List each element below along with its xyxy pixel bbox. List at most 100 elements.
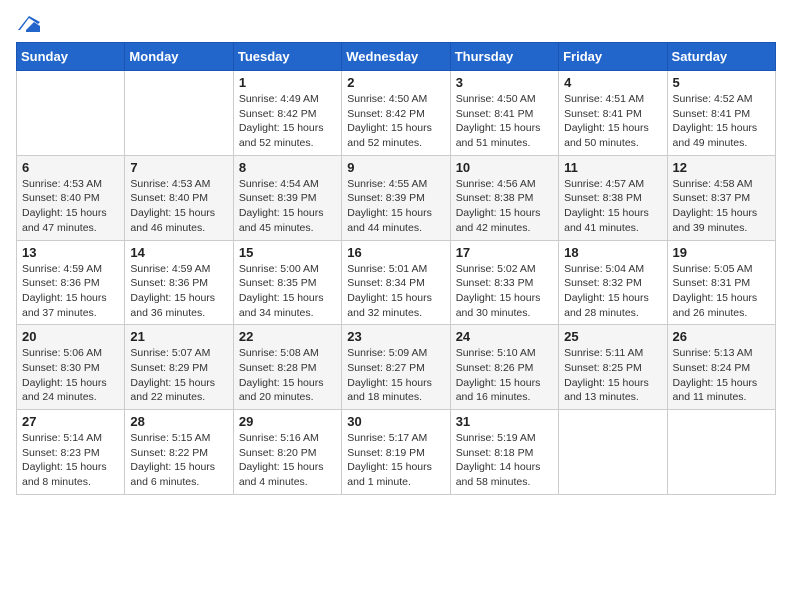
day-number: 21 bbox=[130, 329, 227, 344]
header-friday: Friday bbox=[559, 43, 667, 71]
day-info: Sunrise: 4:51 AM Sunset: 8:41 PM Dayligh… bbox=[564, 92, 661, 151]
calendar-cell: 12Sunrise: 4:58 AM Sunset: 8:37 PM Dayli… bbox=[667, 155, 775, 240]
calendar-cell: 2 Sunrise: 4:50 AM Sunset: 8:42 PM Daylig… bbox=[342, 71, 450, 156]
calendar-cell bbox=[559, 410, 667, 495]
day-number: 24 bbox=[456, 329, 553, 344]
day-info: Sunrise: 4:50 AM Sunset: 8:41 PM Dayligh… bbox=[456, 92, 553, 151]
day-number: 4 bbox=[564, 75, 661, 90]
day-info: Sunrise: 5:10 AM Sunset: 8:26 PM Dayligh… bbox=[456, 346, 553, 405]
calendar-cell bbox=[17, 71, 125, 156]
calendar-cell: 31Sunrise: 5:19 AM Sunset: 8:18 PM Dayli… bbox=[450, 410, 558, 495]
day-number: 19 bbox=[673, 245, 770, 260]
header-tuesday: Tuesday bbox=[233, 43, 341, 71]
calendar-cell: 26 Sunrise: 5:13 AM Sunset: 8:24 PM Dayli… bbox=[667, 325, 775, 410]
calendar-cell: 25 Sunrise: 5:11 AM Sunset: 8:25 PM Dayli… bbox=[559, 325, 667, 410]
calendar-cell: 4 Sunrise: 4:51 AM Sunset: 8:41 PM Daylig… bbox=[559, 71, 667, 156]
day-info: Sunrise: 4:53 AM Sunset: 8:40 PM Dayligh… bbox=[22, 177, 119, 236]
day-number: 25 bbox=[564, 329, 661, 344]
calendar-cell: 20 Sunrise: 5:06 AM Sunset: 8:30 PM Dayli… bbox=[17, 325, 125, 410]
day-info: Sunrise: 5:00 AM Sunset: 8:35 PM Dayligh… bbox=[239, 262, 336, 321]
calendar-week-2: 6 Sunrise: 4:53 AM Sunset: 8:40 PM Daylig… bbox=[17, 155, 776, 240]
day-number: 6 bbox=[22, 160, 119, 175]
day-info: Sunrise: 5:01 AM Sunset: 8:34 PM Dayligh… bbox=[347, 262, 444, 321]
day-number: 20 bbox=[22, 329, 119, 344]
calendar-cell: 22Sunrise: 5:08 AM Sunset: 8:28 PM Dayli… bbox=[233, 325, 341, 410]
day-number: 16 bbox=[347, 245, 444, 260]
calendar-cell: 3Sunrise: 4:50 AM Sunset: 8:41 PM Daylig… bbox=[450, 71, 558, 156]
logo bbox=[16, 16, 40, 32]
day-info: Sunrise: 5:14 AM Sunset: 8:23 PM Dayligh… bbox=[22, 431, 119, 490]
day-number: 2 bbox=[347, 75, 444, 90]
day-number: 1 bbox=[239, 75, 336, 90]
calendar-cell: 15 Sunrise: 5:00 AM Sunset: 8:35 PM Dayli… bbox=[233, 240, 341, 325]
page-header bbox=[16, 16, 776, 32]
day-info: Sunrise: 5:11 AM Sunset: 8:25 PM Dayligh… bbox=[564, 346, 661, 405]
day-info: Sunrise: 5:07 AM Sunset: 8:29 PM Dayligh… bbox=[130, 346, 227, 405]
calendar-header-row: SundayMondayTuesdayWednesdayThursdayFrid… bbox=[17, 43, 776, 71]
day-info: Sunrise: 5:04 AM Sunset: 8:32 PM Dayligh… bbox=[564, 262, 661, 321]
day-info: Sunrise: 5:09 AM Sunset: 8:27 PM Dayligh… bbox=[347, 346, 444, 405]
day-info: Sunrise: 4:50 AM Sunset: 8:42 PM Dayligh… bbox=[347, 92, 444, 151]
calendar-week-4: 20 Sunrise: 5:06 AM Sunset: 8:30 PM Dayli… bbox=[17, 325, 776, 410]
day-number: 29 bbox=[239, 414, 336, 429]
calendar-cell: 5Sunrise: 4:52 AM Sunset: 8:41 PM Daylig… bbox=[667, 71, 775, 156]
calendar-cell: 7 Sunrise: 4:53 AM Sunset: 8:40 PM Daylig… bbox=[125, 155, 233, 240]
day-info: Sunrise: 4:54 AM Sunset: 8:39 PM Dayligh… bbox=[239, 177, 336, 236]
day-number: 14 bbox=[130, 245, 227, 260]
day-info: Sunrise: 4:57 AM Sunset: 8:38 PM Dayligh… bbox=[564, 177, 661, 236]
day-info: Sunrise: 4:52 AM Sunset: 8:41 PM Dayligh… bbox=[673, 92, 770, 151]
day-number: 10 bbox=[456, 160, 553, 175]
calendar-week-1: 1 Sunrise: 4:49 AM Sunset: 8:42 PM Daylig… bbox=[17, 71, 776, 156]
day-info: Sunrise: 5:02 AM Sunset: 8:33 PM Dayligh… bbox=[456, 262, 553, 321]
day-info: Sunrise: 4:58 AM Sunset: 8:37 PM Dayligh… bbox=[673, 177, 770, 236]
day-number: 9 bbox=[347, 160, 444, 175]
calendar-cell: 10Sunrise: 4:56 AM Sunset: 8:38 PM Dayli… bbox=[450, 155, 558, 240]
day-number: 26 bbox=[673, 329, 770, 344]
calendar-cell bbox=[667, 410, 775, 495]
day-info: Sunrise: 4:55 AM Sunset: 8:39 PM Dayligh… bbox=[347, 177, 444, 236]
day-info: Sunrise: 5:16 AM Sunset: 8:20 PM Dayligh… bbox=[239, 431, 336, 490]
calendar-cell: 30Sunrise: 5:17 AM Sunset: 8:19 PM Dayli… bbox=[342, 410, 450, 495]
day-info: Sunrise: 5:06 AM Sunset: 8:30 PM Dayligh… bbox=[22, 346, 119, 405]
day-info: Sunrise: 5:19 AM Sunset: 8:18 PM Dayligh… bbox=[456, 431, 553, 490]
calendar-week-3: 13Sunrise: 4:59 AM Sunset: 8:36 PM Dayli… bbox=[17, 240, 776, 325]
calendar-cell: 9 Sunrise: 4:55 AM Sunset: 8:39 PM Daylig… bbox=[342, 155, 450, 240]
calendar-cell: 27 Sunrise: 5:14 AM Sunset: 8:23 PM Dayli… bbox=[17, 410, 125, 495]
header-saturday: Saturday bbox=[667, 43, 775, 71]
day-number: 11 bbox=[564, 160, 661, 175]
day-number: 18 bbox=[564, 245, 661, 260]
day-number: 7 bbox=[130, 160, 227, 175]
day-info: Sunrise: 5:05 AM Sunset: 8:31 PM Dayligh… bbox=[673, 262, 770, 321]
day-info: Sunrise: 5:08 AM Sunset: 8:28 PM Dayligh… bbox=[239, 346, 336, 405]
logo-icon bbox=[18, 16, 40, 32]
day-number: 23 bbox=[347, 329, 444, 344]
calendar-cell: 14 Sunrise: 4:59 AM Sunset: 8:36 PM Dayli… bbox=[125, 240, 233, 325]
calendar-cell: 28Sunrise: 5:15 AM Sunset: 8:22 PM Dayli… bbox=[125, 410, 233, 495]
day-info: Sunrise: 5:13 AM Sunset: 8:24 PM Dayligh… bbox=[673, 346, 770, 405]
calendar-cell bbox=[125, 71, 233, 156]
header-thursday: Thursday bbox=[450, 43, 558, 71]
calendar-table: SundayMondayTuesdayWednesdayThursdayFrid… bbox=[16, 42, 776, 495]
calendar-cell: 29 Sunrise: 5:16 AM Sunset: 8:20 PM Dayli… bbox=[233, 410, 341, 495]
day-number: 27 bbox=[22, 414, 119, 429]
calendar-cell: 23 Sunrise: 5:09 AM Sunset: 8:27 PM Dayli… bbox=[342, 325, 450, 410]
calendar-cell: 16 Sunrise: 5:01 AM Sunset: 8:34 PM Dayli… bbox=[342, 240, 450, 325]
day-info: Sunrise: 4:59 AM Sunset: 8:36 PM Dayligh… bbox=[22, 262, 119, 321]
day-number: 15 bbox=[239, 245, 336, 260]
calendar-week-5: 27 Sunrise: 5:14 AM Sunset: 8:23 PM Dayli… bbox=[17, 410, 776, 495]
calendar-cell: 13Sunrise: 4:59 AM Sunset: 8:36 PM Dayli… bbox=[17, 240, 125, 325]
header-monday: Monday bbox=[125, 43, 233, 71]
calendar-cell: 17Sunrise: 5:02 AM Sunset: 8:33 PM Dayli… bbox=[450, 240, 558, 325]
calendar-cell: 1 Sunrise: 4:49 AM Sunset: 8:42 PM Daylig… bbox=[233, 71, 341, 156]
day-number: 8 bbox=[239, 160, 336, 175]
calendar-cell: 21 Sunrise: 5:07 AM Sunset: 8:29 PM Dayli… bbox=[125, 325, 233, 410]
calendar-cell: 11 Sunrise: 4:57 AM Sunset: 8:38 PM Dayli… bbox=[559, 155, 667, 240]
day-info: Sunrise: 5:17 AM Sunset: 8:19 PM Dayligh… bbox=[347, 431, 444, 490]
calendar-cell: 19 Sunrise: 5:05 AM Sunset: 8:31 PM Dayli… bbox=[667, 240, 775, 325]
day-info: Sunrise: 4:49 AM Sunset: 8:42 PM Dayligh… bbox=[239, 92, 336, 151]
calendar-cell: 18 Sunrise: 5:04 AM Sunset: 8:32 PM Dayli… bbox=[559, 240, 667, 325]
day-info: Sunrise: 4:59 AM Sunset: 8:36 PM Dayligh… bbox=[130, 262, 227, 321]
day-info: Sunrise: 4:53 AM Sunset: 8:40 PM Dayligh… bbox=[130, 177, 227, 236]
calendar-cell: 8 Sunrise: 4:54 AM Sunset: 8:39 PM Daylig… bbox=[233, 155, 341, 240]
calendar-cell: 24 Sunrise: 5:10 AM Sunset: 8:26 PM Dayli… bbox=[450, 325, 558, 410]
